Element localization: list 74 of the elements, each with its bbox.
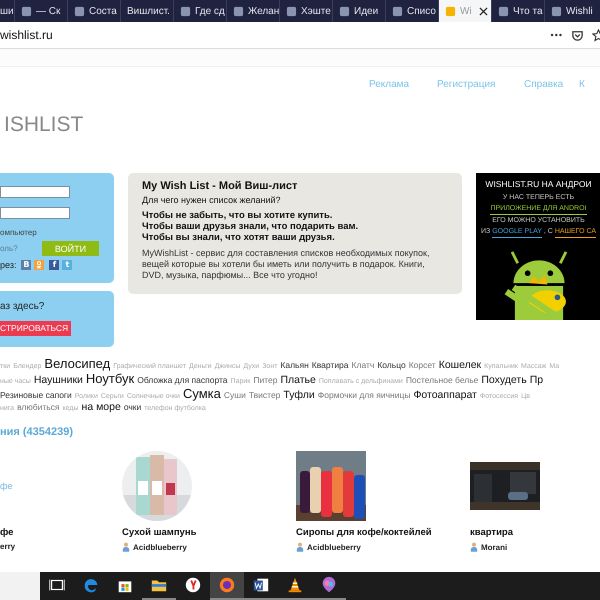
paint-drop-icon [320,576,338,594]
user-icon [470,542,478,552]
tag-link[interactable]: Кошелек [438,359,482,371]
tag-link[interactable]: Формочки для яичницы [318,390,410,400]
browser-tab[interactable]: Вишлист. [120,0,173,22]
browser-tab[interactable]: Соста [67,0,120,22]
tag-link[interactable]: Туфли [283,389,315,401]
tag-link[interactable]: Кальян [280,360,309,370]
tag-link[interactable]: Питер [253,375,278,385]
browser-tab[interactable]: Хэште [279,0,332,22]
tag-link[interactable]: Квартира [312,360,349,370]
tag-link[interactable]: Сумка [182,386,221,401]
vk-icon[interactable]: В [21,260,32,270]
user-icon [122,542,130,552]
word-icon [252,576,270,594]
tag-link[interactable]: Похудеть [481,374,527,386]
edge-browser-icon [82,576,100,594]
tag-link[interactable]: Пр [530,374,544,386]
browser-tab[interactable]: Wishli [544,0,597,22]
input-field[interactable] [0,207,70,219]
input-field[interactable] [0,186,70,198]
tag-link[interactable]: Постельное белье [406,375,478,385]
browser-tab[interactable]: Идеи [332,0,385,22]
banner-title: WISHLIST.RU НА АНДРОИ [485,179,592,189]
section-heading: ния (4354239) [0,426,74,438]
social-login-label: рез: [0,260,16,270]
tag-link[interactable]: на море [82,401,121,413]
tag-link[interactable]: Наушники [34,374,83,386]
tag-link[interactable]: Корсет [408,360,436,370]
browser-tab[interactable]: Что та [491,0,544,22]
tag-link[interactable]: Резиновые сапоги [0,390,72,400]
user-name[interactable]: Morani [481,542,508,552]
tag-link[interactable]: Твистер [248,390,280,400]
tag-link[interactable]: Клатч [352,360,374,370]
search-field[interactable] [0,572,40,600]
page-actions-button[interactable]: ••• [550,30,563,40]
wish-title[interactable]: Сухой шампунь [122,527,296,538]
reason-text: Чтобы не забыть, что вы хотите купить. [142,210,334,221]
remember-label: омпьютер [0,228,38,237]
user-icon [296,542,304,552]
user-name[interactable]: Acidblueberry [307,542,361,552]
pocket-icon[interactable] [571,28,584,42]
site-logo[interactable]: ISHLIST [4,113,84,137]
tag-link[interactable]: Велосипед [44,356,110,371]
tag-link[interactable]: Платье [280,374,316,386]
wish-title[interactable]: Сиропы для кофе/коктейлей [296,527,470,538]
browser-tab[interactable]: ши [0,0,14,22]
tag-link[interactable]: Кольцо [377,360,406,370]
register-button[interactable]: СТРИРОВАТЬСЯ [0,321,72,336]
reason-text: Чтобы вы знали, что хотят ваши друзья. [142,232,336,243]
signup-question: аз здесь? [0,301,46,312]
wish-title[interactable]: фе [0,527,122,538]
address-field[interactable]: wishlist.ru [0,28,53,42]
tag-link[interactable]: Обложка для паспорта [137,375,228,385]
tag-link[interactable]: Ноутбук [86,371,134,386]
close-icon[interactable] [479,6,488,16]
tag-link[interactable]: очки [124,402,142,412]
traffic-cone-icon [286,576,304,594]
yandex-browser-icon [184,576,202,594]
intro-title: My Wish List - Мой Виш-лист [142,180,298,192]
firefox-icon [218,576,236,594]
user-name[interactable]: Acidblueberry [133,542,187,552]
intro-question: Для чего нужен список желаний? [142,195,282,205]
wish-title[interactable]: квартира [470,527,600,538]
browser-tab[interactable]: Где сд [173,0,226,22]
facebook-icon[interactable]: f [49,260,60,270]
tag-link[interactable]: влюбиться [17,402,60,412]
intro-description: MyWishList - сервис для составления списков необходимых покупок, вещей которые вы хотели бы иметь или получить в подарок. Книги, DVD, музыка, парфюмы... Все что угодно! [142,248,430,281]
browser-tab[interactable]: Желан [226,0,279,22]
tag-link[interactable]: Фотоаппарат [413,389,477,401]
browser-tab[interactable]: — Ск [14,0,67,22]
tag-link[interactable]: Суши [224,390,246,400]
user-name[interactable]: erry [0,542,16,551]
reason-text: Чтобы ваши друзья знали, что подарить вам. [142,221,360,232]
